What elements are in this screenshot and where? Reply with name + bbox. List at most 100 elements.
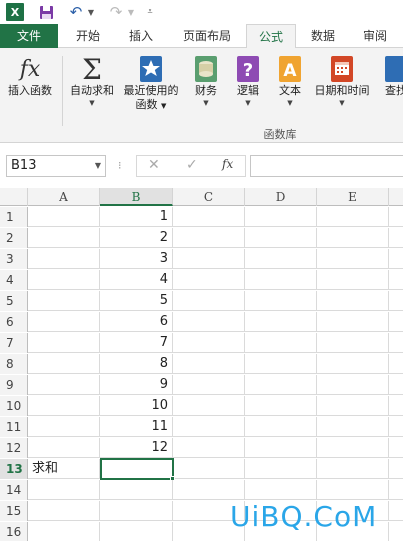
cell-b11[interactable]: 11 [100,417,173,437]
row-header[interactable]: 4 [0,270,28,290]
cell-a3[interactable] [28,249,100,269]
cell-b4[interactable]: 4 [100,270,173,290]
cell-d14[interactable] [245,480,317,500]
cell-d7[interactable] [245,333,317,353]
cell-b7[interactable]: 7 [100,333,173,353]
column-header-e[interactable]: E [317,188,389,206]
cell-c10[interactable] [173,396,245,416]
cell-e9[interactable] [317,375,389,395]
row-header[interactable]: 12 [0,438,28,458]
cell-a4[interactable] [28,270,100,290]
row-header[interactable]: 6 [0,312,28,332]
cell-c13[interactable] [173,459,245,479]
save-button[interactable] [38,3,54,21]
column-header-b[interactable]: B [100,188,173,206]
cell-e13[interactable] [317,459,389,479]
cell-a2[interactable] [28,228,100,248]
column-header-f-partial[interactable] [389,188,403,206]
recently-used-button[interactable]: 最近使用的 函数 ▼ [120,54,182,113]
tab-insert[interactable]: 插入 [116,24,166,48]
tab-page-layout[interactable]: 页面布局 [170,24,244,48]
cell-d4[interactable] [245,270,317,290]
column-header-d[interactable]: D [245,188,317,206]
financial-button[interactable]: 财务 ▼ [188,54,224,108]
insert-function-button[interactable]: fx 插入函数 [2,54,58,98]
cell-d1[interactable] [245,207,317,227]
row-header[interactable]: 3 [0,249,28,269]
cell-d13[interactable] [245,459,317,479]
cell-b14[interactable] [100,480,173,500]
cell-d3[interactable] [245,249,317,269]
undo-dropdown[interactable]: ▼ [86,3,96,21]
cell-a5[interactable] [28,291,100,311]
cell-b3[interactable]: 3 [100,249,173,269]
cell-b16[interactable] [100,522,173,541]
tab-review[interactable]: 审阅 [350,24,400,48]
cell-b9[interactable]: 9 [100,375,173,395]
cell-e4[interactable] [317,270,389,290]
customize-qat-button[interactable]: ⩡ [144,3,156,21]
cell-c12[interactable] [173,438,245,458]
cell-b1[interactable]: 1 [100,207,173,227]
insert-function-icon[interactable]: fx [222,157,233,171]
row-header[interactable]: 8 [0,354,28,374]
cell-c11[interactable] [173,417,245,437]
cell-b2[interactable]: 2 [100,228,173,248]
cell-b12[interactable]: 12 [100,438,173,458]
cell-e7[interactable] [317,333,389,353]
row-header[interactable]: 5 [0,291,28,311]
cell-e14[interactable] [317,480,389,500]
cell-c1[interactable] [173,207,245,227]
cell-a8[interactable] [28,354,100,374]
select-all-corner[interactable] [0,188,28,206]
tab-home[interactable]: 开始 [62,24,114,48]
cell-a11[interactable] [28,417,100,437]
column-header-c[interactable]: C [173,188,245,206]
row-header[interactable]: 1 [0,207,28,227]
row-header[interactable]: 9 [0,375,28,395]
logical-button[interactable]: ? 逻辑 ▼ [230,54,266,108]
date-time-button[interactable]: 日期和时间 ▼ [310,54,374,108]
tab-file[interactable]: 文件 [0,24,58,48]
cell-e6[interactable] [317,312,389,332]
cell-c5[interactable] [173,291,245,311]
cell-a12[interactable] [28,438,100,458]
cell-d8[interactable] [245,354,317,374]
cell-c2[interactable] [173,228,245,248]
cell-e2[interactable] [317,228,389,248]
cell-a13[interactable]: 求和 [28,459,100,479]
cell-a1[interactable] [28,207,100,227]
cell-d6[interactable] [245,312,317,332]
cell-d5[interactable] [245,291,317,311]
cell-d12[interactable] [245,438,317,458]
cell-b15[interactable] [100,501,173,521]
cell-d10[interactable] [245,396,317,416]
cell-b5[interactable]: 5 [100,291,173,311]
row-header[interactable]: 14 [0,480,28,500]
cell-c14[interactable] [173,480,245,500]
formula-input[interactable] [250,155,403,177]
redo-dropdown[interactable]: ▼ [126,3,136,21]
cell-a10[interactable] [28,396,100,416]
row-header[interactable]: 2 [0,228,28,248]
cell-c3[interactable] [173,249,245,269]
name-box[interactable]: B13 ▼ [6,155,106,177]
row-header[interactable]: 13 [0,459,28,479]
cancel-icon[interactable]: ✕ [148,157,160,173]
row-header[interactable]: 11 [0,417,28,437]
cell-e3[interactable] [317,249,389,269]
cell-a14[interactable] [28,480,100,500]
cell-e1[interactable] [317,207,389,227]
cell-c7[interactable] [173,333,245,353]
cell-e5[interactable] [317,291,389,311]
cell-d9[interactable] [245,375,317,395]
undo-button[interactable]: ↶ [68,3,84,21]
tab-data[interactable]: 数据 [300,24,346,48]
formula-bar-resize-handle[interactable]: ⁝ [118,159,122,172]
cell-d2[interactable] [245,228,317,248]
lookup-button[interactable]: 查找 [376,54,403,98]
enter-icon[interactable]: ✓ [186,157,198,173]
cell-c6[interactable] [173,312,245,332]
cell-c8[interactable] [173,354,245,374]
cell-b10[interactable]: 10 [100,396,173,416]
